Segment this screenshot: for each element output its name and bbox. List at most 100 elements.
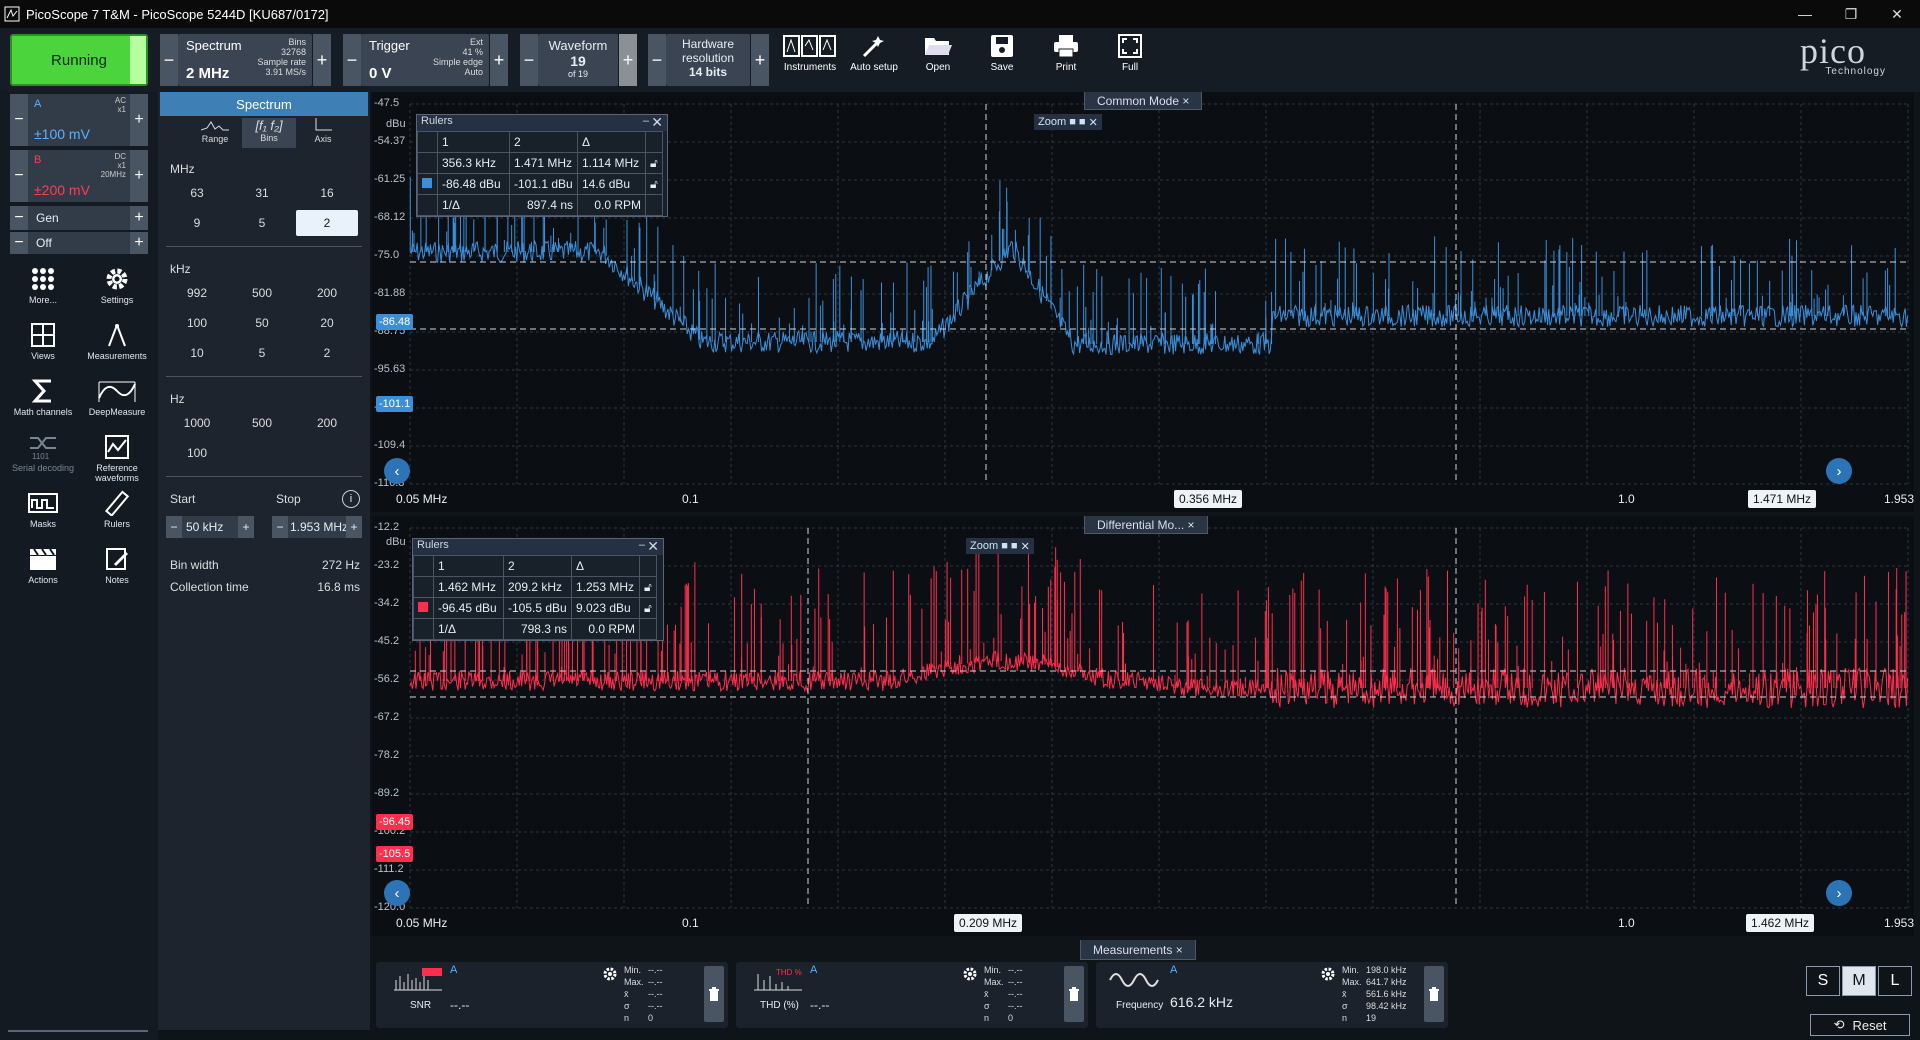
waveform-next-button[interactable]: + xyxy=(619,34,637,86)
range-1000hz[interactable]: 1000 xyxy=(166,410,228,436)
start-decrease[interactable]: − xyxy=(166,516,182,538)
range-200khz[interactable]: 200 xyxy=(296,280,358,306)
range-10khz[interactable]: 10 xyxy=(166,340,228,366)
ruler-y2-tag[interactable]: -101.1 xyxy=(376,396,414,412)
common-mode-tab[interactable]: Common Mode × xyxy=(1084,92,1203,110)
range-63mhz[interactable]: 63 xyxy=(166,180,228,206)
maximize-button[interactable]: ❐ xyxy=(1828,0,1874,28)
channel-b-decrease[interactable]: − xyxy=(10,150,28,202)
ruler-y1-tag[interactable]: -96.45 xyxy=(376,814,414,830)
reference-waveforms-button[interactable]: Reference waveforms xyxy=(82,434,152,483)
resolution-decrease-button[interactable]: − xyxy=(648,34,666,86)
trigger-control[interactable]: Trigger 0 V Ext 41 % Simple edge Auto xyxy=(361,34,489,86)
gear-icon[interactable] xyxy=(1320,966,1336,982)
range-500khz[interactable]: 500 xyxy=(231,280,293,306)
measurement-frequency[interactable]: A Frequency 616.2 kHz Min. Max. x̄ σ n 198.0… xyxy=(1096,962,1448,1028)
stop-increase[interactable]: + xyxy=(346,516,362,538)
zoom-minimize-icon[interactable]: ■ xyxy=(1069,116,1076,128)
masks-button[interactable]: Masks xyxy=(8,490,78,529)
ruler-x1-tag[interactable]: 0.209 MHz xyxy=(954,914,1023,932)
run-stop-button[interactable]: Running xyxy=(10,34,148,86)
channel-b-control[interactable]: − + B DC x1 20MHz ±200 mV xyxy=(10,150,148,202)
ruler-y2-tag[interactable]: -105.5 xyxy=(376,846,414,862)
off-decrease[interactable]: − xyxy=(10,232,28,254)
measurements-tab[interactable]: Measurements × xyxy=(1080,940,1196,960)
minimize-icon[interactable]: – xyxy=(643,115,649,127)
serial-decoding-button[interactable]: 1101 Serial decoding xyxy=(8,434,78,473)
notes-button[interactable]: Notes xyxy=(82,546,152,585)
zoom-restore-icon[interactable]: ■ xyxy=(1079,116,1086,128)
close-icon[interactable]: ✕ xyxy=(647,538,659,555)
delete-measurement-button[interactable] xyxy=(1064,966,1084,1022)
scroll-left-button[interactable]: ‹ xyxy=(384,458,410,484)
waveform-control[interactable]: Waveform 19 of 19 xyxy=(538,34,618,86)
range-200hz[interactable]: 200 xyxy=(296,410,358,436)
range-100khz[interactable]: 100 xyxy=(166,310,228,336)
gear-icon[interactable] xyxy=(602,966,618,982)
stop-frequency-field[interactable]: − 1.953 MHz + xyxy=(272,516,362,538)
delete-measurement-button[interactable] xyxy=(704,966,724,1022)
scroll-left-button[interactable]: ‹ xyxy=(384,880,410,906)
channel-a-increase[interactable]: + xyxy=(130,94,148,146)
lock-icon[interactable]: 🔓︎ xyxy=(645,152,663,174)
size-small-button[interactable]: S xyxy=(1806,966,1840,996)
rulers-button[interactable]: Rulers xyxy=(82,490,152,529)
rulers-panel-top[interactable]: Rulers – ✕ 12Δ 356.3 kHz 1.471 MHz 1.114 MHz… xyxy=(416,114,668,217)
gen-decrease[interactable]: − xyxy=(10,206,28,230)
stop-decrease[interactable]: − xyxy=(272,516,288,538)
ruler-x2-tag[interactable]: 1.471 MHz xyxy=(1748,490,1817,508)
spectrum-decrease-button[interactable]: − xyxy=(160,34,178,86)
measurement-thd[interactable]: THD % A THD (%) --.-- Min. Max. x̄ σ n --.--… xyxy=(736,962,1088,1028)
size-medium-button[interactable]: M xyxy=(1842,966,1876,996)
minimize-button[interactable]: — xyxy=(1782,0,1828,28)
generator-control[interactable]: − + Gen xyxy=(10,206,148,230)
tab-axis[interactable]: Axis xyxy=(296,118,350,148)
save-button[interactable]: Save xyxy=(972,34,1032,88)
ruler-x2-tag[interactable]: 1.462 MHz xyxy=(1746,914,1815,932)
zoom-restore-icon[interactable]: ■ xyxy=(1011,540,1018,552)
actions-button[interactable]: Actions xyxy=(8,546,78,585)
start-frequency-field[interactable]: − 50 kHz + xyxy=(166,516,254,538)
resolution-increase-button[interactable]: + xyxy=(751,34,769,86)
differential-mode-tab[interactable]: Differential Mo... × xyxy=(1084,516,1208,534)
zoom-panel-top[interactable]: Zoom ■ ■ ✕ xyxy=(1034,114,1102,130)
zoom-close-icon[interactable]: ✕ xyxy=(1089,116,1098,129)
range-2khz[interactable]: 2 xyxy=(296,340,358,366)
gear-icon[interactable] xyxy=(962,966,978,982)
gen-increase[interactable]: + xyxy=(130,206,148,230)
start-increase[interactable]: + xyxy=(238,516,254,538)
minimize-icon[interactable]: – xyxy=(639,539,645,551)
rulers-panel-bottom[interactable]: Rulers – ✕ 12Δ 1.462 MHz 209.2 kHz 1.253 MHz… xyxy=(412,538,664,641)
lock-icon[interactable]: 🔓︎ xyxy=(639,576,657,598)
measurement-snr[interactable]: A SNR --.-- Min. Max. x̄ σ n --.-- --.-- --.--… xyxy=(376,962,728,1028)
close-tab-icon[interactable]: × xyxy=(1176,943,1183,957)
auto-setup-button[interactable]: Auto setup xyxy=(844,34,904,88)
zoom-close-icon[interactable]: ✕ xyxy=(1021,540,1030,553)
range-9mhz[interactable]: 9 xyxy=(166,210,228,236)
math-channels-button[interactable]: Math channels xyxy=(8,378,78,417)
zoom-minimize-icon[interactable]: ■ xyxy=(1001,540,1008,552)
reset-button[interactable]: ⟲ Reset xyxy=(1810,1014,1910,1036)
generator-state-control[interactable]: − + Off xyxy=(10,232,148,254)
zoom-panel-bottom[interactable]: Zoom ■ ■ ✕ xyxy=(966,538,1034,554)
range-20khz[interactable]: 20 xyxy=(296,310,358,336)
close-window-button[interactable]: ✕ xyxy=(1874,0,1920,28)
common-mode-view[interactable]: Common Mode × dBu -47.5 -54.37 -61.25 -68.1… xyxy=(372,92,1914,512)
close-tab-icon[interactable]: × xyxy=(1188,518,1195,532)
full-screen-button[interactable]: Full xyxy=(1100,34,1160,88)
waveform-prev-button[interactable]: − xyxy=(520,34,538,86)
range-992khz[interactable]: 992 xyxy=(166,280,228,306)
more-button[interactable]: More... xyxy=(8,266,78,305)
deepmeasure-button[interactable]: DeepMeasure xyxy=(82,378,152,417)
ruler-y1-tag[interactable]: -86.48 xyxy=(376,314,414,330)
spectrum-control[interactable]: Spectrum 2 MHz Bins 32768 Sample rate 3.… xyxy=(178,34,312,86)
off-increase[interactable]: + xyxy=(130,232,148,254)
channel-a-control[interactable]: − + A AC x1 ±100 mV xyxy=(10,94,148,146)
ruler-x1-tag[interactable]: 0.356 MHz xyxy=(1174,490,1243,508)
range-50khz[interactable]: 50 xyxy=(231,310,293,336)
range-2mhz[interactable]: 2 xyxy=(296,210,358,236)
close-tab-icon[interactable]: × xyxy=(1182,94,1189,108)
range-500hz[interactable]: 500 xyxy=(231,410,293,436)
tab-range[interactable]: Range xyxy=(188,118,242,148)
channel-a-decrease[interactable]: − xyxy=(10,94,28,146)
